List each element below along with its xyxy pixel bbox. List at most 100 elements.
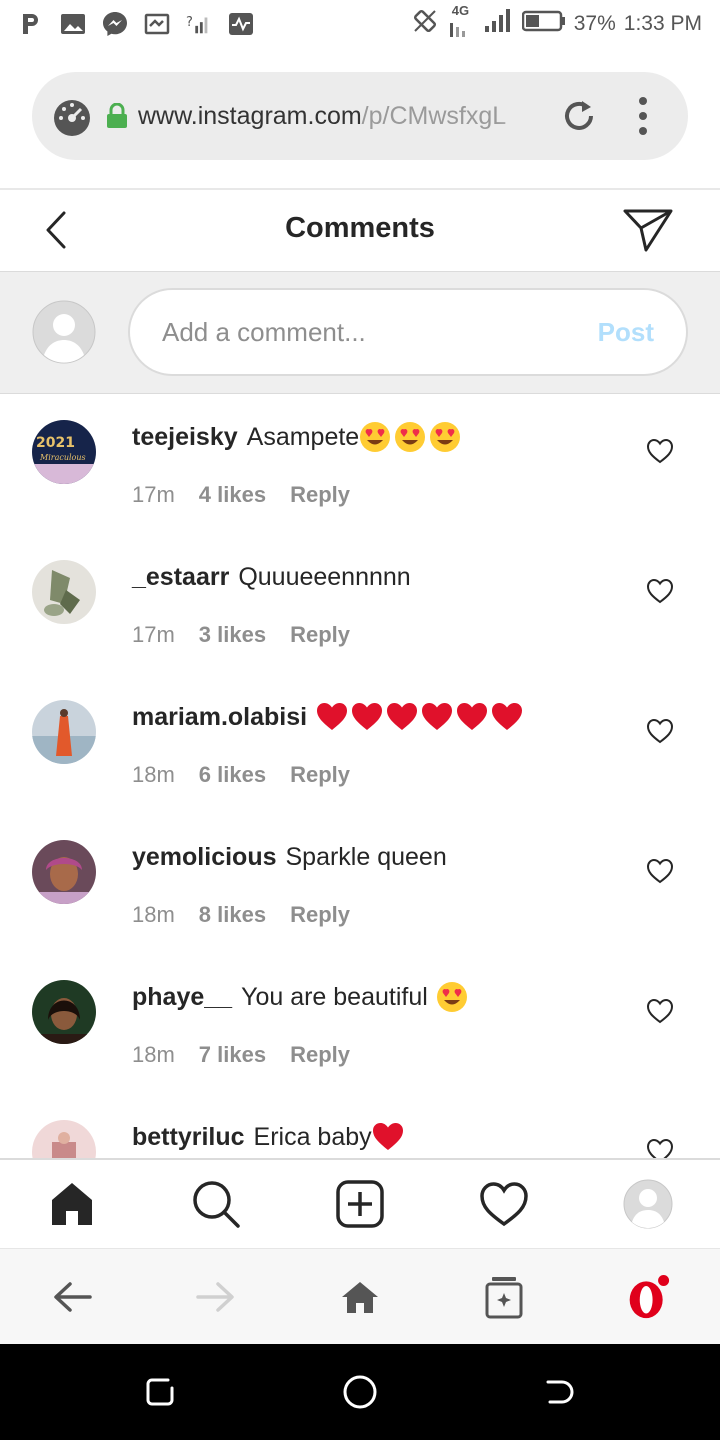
browser-toolbar: www.instagram.com/p/CMwsfxgL — [0, 48, 720, 188]
home-button-icon[interactable] — [342, 1374, 378, 1410]
reply-button[interactable]: Reply — [290, 902, 350, 928]
comment-username[interactable]: teejeisky — [132, 423, 238, 452]
search-tab-icon[interactable] — [190, 1178, 242, 1230]
vibrate-rotate-icon — [412, 8, 438, 40]
current-user-avatar — [32, 300, 96, 364]
profile-tab-avatar[interactable] — [622, 1178, 674, 1230]
reload-icon[interactable] — [560, 97, 598, 135]
svg-text:2021: 2021 — [36, 435, 75, 451]
comment-text-line: phaye__ You are beautiful — [132, 980, 471, 1014]
speed-dial-icon[interactable] — [52, 96, 92, 136]
like-heart-icon[interactable] — [646, 578, 674, 604]
reply-button[interactable]: Reply — [290, 762, 350, 788]
browser-home-icon[interactable] — [338, 1275, 382, 1319]
url-path: /p/CMwsfxgL — [361, 101, 507, 130]
comment-likes[interactable]: 7 likes — [199, 1042, 266, 1068]
user-avatar[interactable] — [32, 840, 96, 904]
red-heart-emoji-icon — [387, 703, 418, 730]
activity-icon — [228, 11, 254, 37]
page-title: Comments — [285, 212, 435, 244]
comment-likes[interactable]: 6 likes — [199, 762, 266, 788]
android-nav-bar — [0, 1344, 720, 1440]
comment-likes[interactable]: 3 likes — [199, 622, 266, 648]
red-heart-emoji-icon — [317, 703, 348, 730]
more-vert-icon[interactable] — [636, 97, 650, 135]
home-tab-icon[interactable] — [46, 1178, 98, 1230]
reply-button[interactable]: Reply — [290, 622, 350, 648]
comment-username[interactable]: bettyriluc — [132, 1123, 245, 1152]
comment-text: Quuueeennnnn — [238, 562, 411, 591]
add-comment-bar: Add a comment... Post — [0, 272, 720, 394]
url-host: www.instagram.com — [138, 101, 362, 130]
clock: 1:33 PM — [623, 12, 702, 35]
activity-heart-tab-icon[interactable] — [478, 1178, 530, 1230]
red-heart-emoji-icon — [457, 703, 488, 730]
comment-time: 17m — [132, 482, 175, 507]
direct-send-icon[interactable] — [622, 206, 674, 254]
heart-eyes-emoji-icon — [360, 422, 391, 452]
comment-text: Sparkle queen — [285, 842, 447, 871]
post-button[interactable]: Post — [598, 317, 654, 348]
user-avatar[interactable] — [32, 980, 96, 1044]
reply-button[interactable]: Reply — [290, 482, 350, 508]
opera-menu-icon[interactable] — [626, 1275, 670, 1319]
like-heart-icon[interactable] — [646, 438, 674, 464]
address-bar[interactable]: www.instagram.com/p/CMwsfxgL — [32, 72, 688, 160]
comment-meta: 18m 8 likes Reply — [132, 902, 350, 928]
comment-text: You are beautiful — [241, 982, 428, 1011]
instagram-tab-bar — [0, 1158, 720, 1248]
red-heart-emoji-icon — [422, 703, 453, 730]
comment-input[interactable]: Add a comment... Post — [128, 288, 688, 376]
user-avatar[interactable]: 2021 Miraculous — [32, 420, 96, 484]
red-heart-emoji-icon — [352, 703, 383, 730]
comment-username[interactable]: mariam.olabisi — [132, 703, 307, 732]
svg-text:?: ? — [186, 15, 193, 30]
network-type-4g: 4G — [446, 3, 476, 39]
url-fade — [496, 101, 546, 131]
cast-icon — [144, 11, 170, 37]
status-bar: ? 4G 37% 1:33 PM — [0, 0, 720, 48]
cell-signal-icon — [484, 8, 514, 40]
like-heart-icon[interactable] — [646, 998, 674, 1024]
user-avatar[interactable] — [32, 560, 96, 624]
user-avatar[interactable] — [32, 700, 96, 764]
heart-eyes-emoji-icon — [395, 422, 426, 452]
messenger-icon — [102, 11, 128, 37]
comment-text: Erica baby — [253, 1122, 372, 1151]
user-avatar[interactable] — [32, 1120, 96, 1158]
comment-username[interactable]: yemolicious — [132, 843, 277, 872]
comment-item: yemolicious Sparkle queen 18m 8 likes Re… — [0, 814, 720, 954]
like-heart-icon[interactable] — [646, 1138, 674, 1158]
recents-icon[interactable] — [142, 1374, 178, 1410]
signal-unknown-icon: ? — [186, 11, 212, 37]
comment-likes[interactable]: 4 likes — [199, 482, 266, 508]
comment-text: Asampete — [246, 422, 360, 451]
secure-lock-icon — [106, 102, 128, 129]
comments-header: Comments — [0, 188, 720, 272]
comment-username[interactable]: phaye__ — [132, 983, 232, 1012]
like-heart-icon[interactable] — [646, 858, 674, 884]
browser-forward-arrow-icon[interactable] — [194, 1275, 238, 1319]
comment-time: 18m — [132, 1042, 175, 1067]
heart-eyes-emoji-icon — [436, 982, 467, 1012]
comment-item: phaye__ You are beautiful 18m 7 likes Re… — [0, 954, 720, 1094]
comment-meta: 18m 6 likes Reply — [132, 762, 350, 788]
browser-tabs-icon[interactable] — [482, 1275, 526, 1319]
comment-username[interactable]: _estaarr — [132, 563, 229, 592]
back-button-icon[interactable] — [542, 1374, 578, 1410]
comment-item: 2021 Miraculous teejeisky Asampete 17m 4 … — [0, 394, 720, 534]
url-text[interactable]: www.instagram.com/p/CMwsfxgL — [138, 101, 546, 131]
comment-likes[interactable]: 8 likes — [199, 902, 266, 928]
comment-list: 2021 Miraculous teejeisky Asampete 17m 4 … — [0, 394, 720, 1158]
red-heart-emoji-icon — [492, 703, 523, 730]
browser-back-arrow-icon[interactable] — [50, 1275, 94, 1319]
comment-text-line: bettyriluc Erica baby — [132, 1120, 407, 1154]
comment-placeholder[interactable]: Add a comment... — [162, 317, 598, 348]
comment-item: mariam.olabisi 18m 6 likes Reply — [0, 674, 720, 814]
browser-bottom-bar — [0, 1248, 720, 1344]
comment-text-line: yemolicious Sparkle queen — [132, 840, 447, 874]
reply-button[interactable]: Reply — [290, 1042, 350, 1068]
like-heart-icon[interactable] — [646, 718, 674, 744]
new-post-tab-icon[interactable] — [334, 1178, 386, 1230]
parking-notification-icon — [18, 11, 44, 37]
